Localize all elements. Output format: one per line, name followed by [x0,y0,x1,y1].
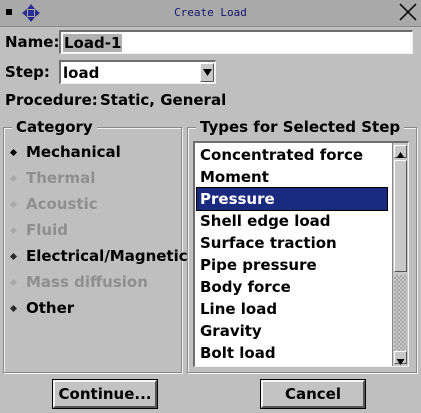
title-bar[interactable]: Create Load [0,0,421,27]
list-item-selected[interactable]: Pressure [196,187,388,211]
step-select[interactable]: load [59,60,216,84]
scrollbar-thumb[interactable] [394,160,407,272]
list-item[interactable]: Pipe pressure [197,254,387,276]
close-icon[interactable] [398,2,418,22]
list-item[interactable]: Bolt load [197,342,387,364]
list-item[interactable]: Surface traction [197,232,387,254]
radio-label: Mechanical [26,143,121,161]
continue-button[interactable]: Continue... [52,379,158,409]
list-item[interactable]: Body force [197,276,387,298]
name-label: Name: [5,33,60,51]
step-value: load [63,64,100,82]
radio-electrical-magnetic[interactable]: Electrical/Magnetic [10,245,188,267]
cancel-button[interactable]: Cancel [260,379,366,409]
radio-fluid: Fluid [10,219,68,241]
procedure-label: Procedure: [5,91,98,109]
radio-thermal: Thermal [10,167,95,189]
window-title: Create Load [174,6,247,19]
list-item[interactable]: Shell edge load [197,210,387,232]
types-scrollbar[interactable] [392,143,408,366]
types-listbox[interactable]: Concentrated force Moment Pressure Shell… [193,141,409,367]
radio-label: Other [26,299,75,317]
procedure-value: Static, General [100,91,227,109]
radio-mass-diffusion: Mass diffusion [10,271,148,293]
radio-label: Thermal [26,169,96,187]
radio-label: Fluid [26,221,68,239]
scrollbar-trough[interactable] [394,275,407,352]
name-input[interactable]: Load-1 [59,30,413,54]
types-title: Types for Selected Step [196,118,405,136]
radio-label: Electrical/Magnetic [26,247,188,265]
radio-label: Acoustic [26,195,98,213]
scroll-up-icon[interactable] [394,145,407,158]
category-title: Category [12,118,97,136]
scroll-down-icon[interactable] [394,351,407,365]
radio-label: Mass diffusion [26,273,148,291]
name-value: Load-1 [63,34,123,52]
step-label: Step: [5,63,50,81]
list-item[interactable]: Concentrated force [197,144,387,166]
radio-mechanical[interactable]: Mechanical [10,141,121,163]
radio-acoustic: Acoustic [10,193,98,215]
chevron-down-icon[interactable] [200,63,214,82]
radio-other[interactable]: Other [10,297,74,319]
list-item[interactable]: Moment [197,166,387,188]
list-item[interactable]: Line load [197,298,387,320]
list-item[interactable]: Gravity [197,320,387,342]
